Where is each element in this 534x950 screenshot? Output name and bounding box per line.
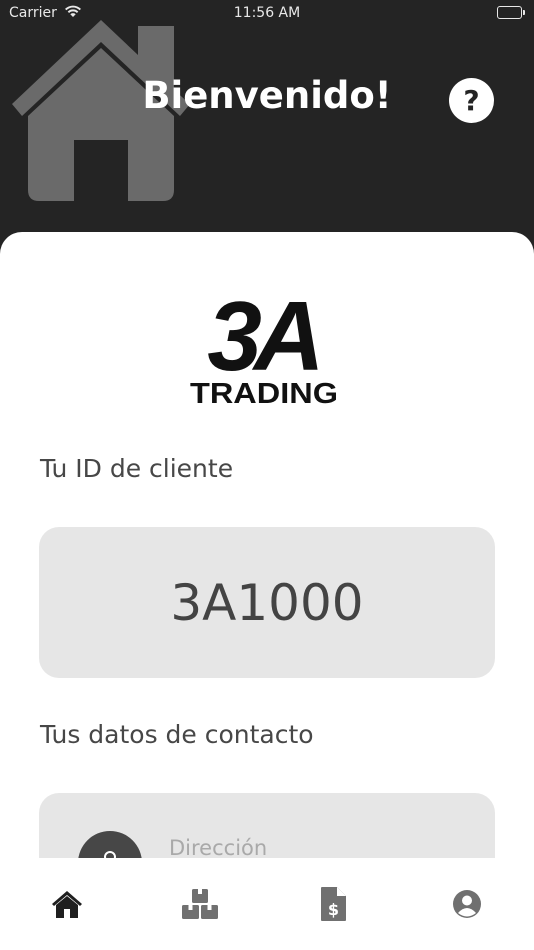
client-id-label: Tu ID de cliente — [40, 454, 234, 483]
svg-text:$: $ — [328, 900, 339, 919]
tab-bar: $ — [0, 858, 534, 950]
address-label: Dirección — [169, 836, 268, 860]
client-id-box: 3A1000 — [39, 527, 495, 678]
tab-home[interactable] — [47, 884, 87, 924]
company-logo: 3A TRADING — [190, 292, 338, 407]
header: Bienvenido! ? — [0, 0, 534, 250]
contact-section-label: Tus datos de contacto — [40, 720, 314, 749]
help-button[interactable]: ? — [449, 78, 494, 123]
help-icon: ? — [463, 84, 480, 117]
invoice-icon: $ — [321, 887, 346, 921]
tab-profile[interactable] — [447, 884, 487, 924]
client-id-value: 3A1000 — [170, 573, 364, 632]
main-card: 3A TRADING Tu ID de cliente 3A1000 Tus d… — [0, 232, 534, 872]
logo-mark: 3A — [207, 292, 318, 391]
logo-wordmark: TRADING — [190, 378, 338, 407]
home-icon — [52, 891, 82, 918]
tab-invoices[interactable]: $ — [313, 884, 353, 924]
packages-icon — [182, 889, 218, 919]
tab-packages[interactable] — [180, 884, 220, 924]
profile-icon — [453, 890, 481, 918]
